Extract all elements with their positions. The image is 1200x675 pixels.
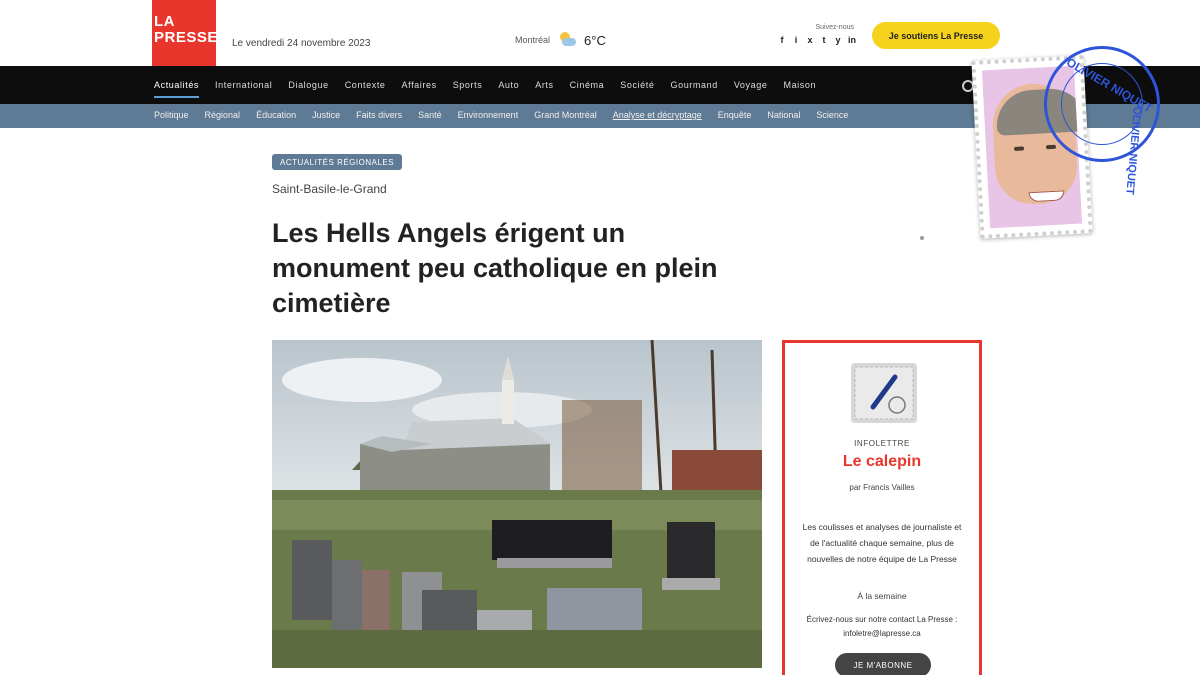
nav-item-voyage[interactable]: Voyage <box>734 80 768 98</box>
subnav-item-environnement[interactable]: Environnement <box>458 110 519 120</box>
la-presse-logo[interactable]: LA PRESSE <box>152 0 218 66</box>
nav-item-auto[interactable]: Auto <box>498 80 519 98</box>
subnav-item-politique[interactable]: Politique <box>154 110 189 120</box>
nav-item-international[interactable]: International <box>215 80 272 98</box>
newsletter-frequency: À la semaine <box>857 591 907 601</box>
nav-item-affaires[interactable]: Affaires <box>402 80 437 98</box>
weather-location: Montréal <box>515 35 551 45</box>
current-date: Le vendredi 24 novembre 2023 <box>232 38 371 49</box>
cemetery-photo <box>272 340 762 668</box>
subnav-item-faits-divers[interactable]: Faits divers <box>356 110 402 120</box>
linkedin-icon[interactable]: in <box>848 35 856 45</box>
subnav-item-education[interactable]: Éducation <box>256 110 296 120</box>
support-button[interactable]: Je soutiens La Presse <box>872 22 1000 49</box>
top-header: LA PRESSE Le vendredi 24 novembre 2023 M… <box>0 0 1200 66</box>
newsletter-title: Le calepin <box>842 453 922 470</box>
nav-item-sports[interactable]: Sports <box>453 80 483 98</box>
category-badge[interactable]: ACTUALITÉS RÉGIONALES <box>272 154 403 170</box>
page: LA PRESSE Le vendredi 24 novembre 2023 M… <box>0 0 1200 675</box>
newsletter-kicker: INFOLETTRE <box>854 439 910 448</box>
logo-line-1: LA <box>154 13 175 30</box>
nav-item-societe[interactable]: Société <box>620 80 654 98</box>
nav-item-dialogue[interactable]: Dialogue <box>288 80 328 98</box>
nav-item-maison[interactable]: Maison <box>783 80 816 98</box>
subnav-item-analyse[interactable]: Analyse et décryptage <box>613 110 702 120</box>
weather-widget[interactable]: Montréal 6°C <box>515 32 606 48</box>
tiktok-icon[interactable]: t <box>820 35 828 45</box>
subnav-item-grand-montreal[interactable]: Grand Montréal <box>534 110 597 120</box>
article-location: Saint-Basile-le-Grand <box>272 182 387 196</box>
pen-notebook-icon <box>851 363 917 423</box>
subnav-item-national[interactable]: National <box>767 110 800 120</box>
social-label: Suivez-nous <box>815 24 854 31</box>
article-headline: Les Hells Angels érigent un monument peu… <box>272 218 718 318</box>
newsletter-card: INFOLETTRE Le calepin par Francis Vaille… <box>782 340 982 675</box>
subnav-item-justice[interactable]: Justice <box>312 110 340 120</box>
nav-item-arts[interactable]: Arts <box>535 80 553 98</box>
newsletter-contact[interactable]: Écrivez-nous sur notre contact La Presse… <box>799 613 965 641</box>
article-photo[interactable] <box>272 340 762 668</box>
social-links: Suivez-nous f i x t y in <box>764 24 864 45</box>
youtube-icon[interactable]: y <box>834 35 842 45</box>
newsletter-author: par Francis Vailles <box>849 483 915 492</box>
columnist-seal: OLIVIER NIQUET OLIVIER NIQUET <box>1044 46 1160 195</box>
subnav-item-enquete[interactable]: Enquête <box>718 110 752 120</box>
newsletter-subscribe-button[interactable]: JE M'ABONNE <box>835 653 931 675</box>
nav-item-contexte[interactable]: Contexte <box>345 80 386 98</box>
x-icon[interactable]: x <box>806 35 814 45</box>
partly-cloudy-icon <box>558 32 577 48</box>
facebook-icon[interactable]: f <box>778 35 786 45</box>
logo-line-2: PRESSE <box>154 29 218 46</box>
subnav-item-science[interactable]: Science <box>816 110 848 120</box>
subnav-item-sante[interactable]: Santé <box>418 110 442 120</box>
nav-item-gourmand[interactable]: Gourmand <box>671 80 718 98</box>
nav-item-cinema[interactable]: Cinéma <box>570 80 605 98</box>
subnav-item-regional[interactable]: Régional <box>205 110 241 120</box>
instagram-icon[interactable]: i <box>792 35 800 45</box>
decorative-dot <box>920 236 924 240</box>
temperature: 6°C <box>584 32 606 48</box>
nav-item-actualites[interactable]: Actualités <box>154 80 200 98</box>
newsletter-description: Les coulisses et analyses de journaliste… <box>802 522 962 564</box>
